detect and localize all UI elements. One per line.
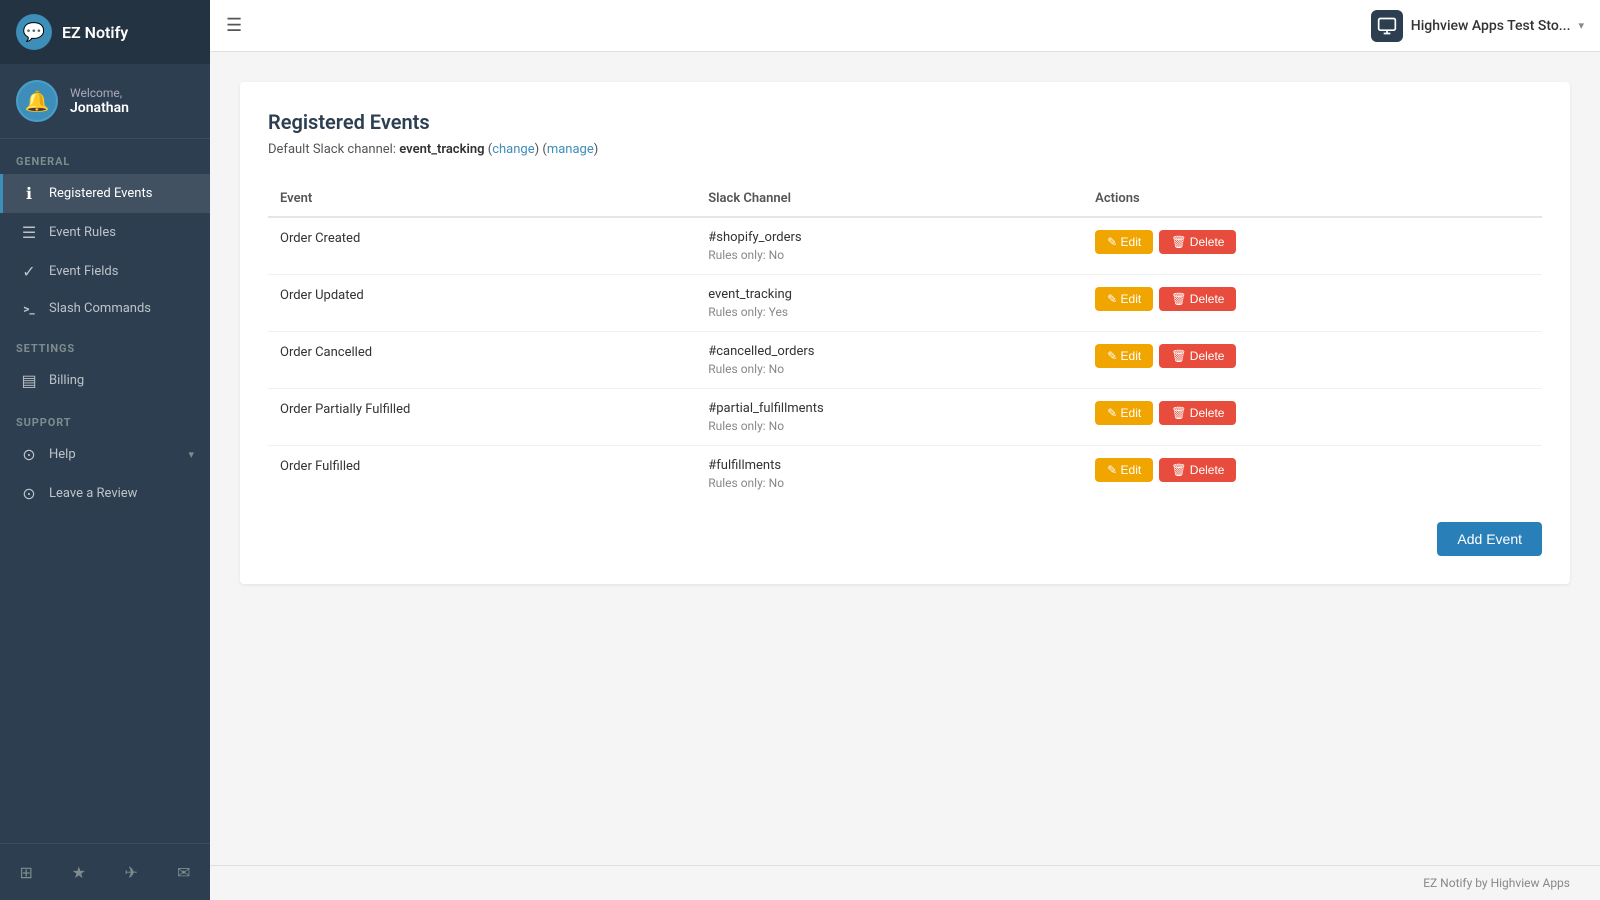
sidebar-item-slash-commands[interactable]: >_ Slash Commands [0,291,210,326]
app-logo-icon: 💬 [16,14,52,50]
welcome-text: Welcome, [70,86,129,100]
add-event-button[interactable]: Add Event [1437,522,1542,556]
sidebar-item-label: Billing [49,373,84,388]
content: Registered Events Default Slack channel:… [210,52,1600,865]
settings-section-label: SETTINGS [0,326,210,361]
rules-only: Rules only: No [708,476,1071,490]
rules-only: Rules only: No [708,362,1071,376]
change-link[interactable]: change [492,142,534,157]
sidebar-item-registered-events[interactable]: ℹ Registered Events [0,174,210,213]
billing-icon: ▤ [19,371,39,390]
user-name: Jonathan [70,100,129,116]
store-name[interactable]: Highview Apps Test Sto... [1411,18,1571,34]
sidebar-item-billing[interactable]: ▤ Billing [0,361,210,400]
add-event-row: Add Event [268,522,1542,556]
col-slack-channel: Slack Channel [696,181,1083,217]
channel-name: #shopify_orders [708,230,1071,245]
event-name: Order Cancelled [280,345,372,360]
sidebar-item-label: Slash Commands [49,301,151,316]
channel-name: #fulfillments [708,458,1071,473]
main-area: ☰ Highview Apps Test Sto... ▾ Registered… [210,0,1600,900]
review-icon: ⊙ [19,484,39,503]
footer-apps-icon[interactable]: ⊞ [8,854,44,890]
slash-icon: >_ [19,302,39,316]
edit-button[interactable]: ✎ Edit [1095,287,1153,311]
sidebar-item-label: Registered Events [49,186,152,201]
delete-button[interactable]: 🗑 Delete [1159,230,1236,254]
edit-button[interactable]: ✎ Edit [1095,230,1153,254]
event-name: Order Created [280,231,360,246]
col-actions: Actions [1083,181,1542,217]
sidebar-item-event-fields[interactable]: ✓ Event Fields [0,252,210,291]
footer-text: EZ Notify by Highview Apps [1423,876,1570,890]
table-row: Order Created #shopify_orders Rules only… [268,217,1542,275]
list-icon: ☰ [19,223,39,242]
sidebar-item-label: Event Fields [49,264,118,279]
edit-button[interactable]: ✎ Edit [1095,458,1153,482]
channel-name: event_tracking [708,287,1071,302]
rules-only: Rules only: No [708,248,1071,262]
delete-button[interactable]: 🗑 Delete [1159,344,1236,368]
sidebar-header: 💬 EZ Notify [0,0,210,64]
user-profile: 🔔 Welcome, Jonathan [0,64,210,139]
footer-star-icon[interactable]: ★ [61,854,97,890]
sidebar-item-help[interactable]: ⊙ Help ▾ [0,435,210,474]
sidebar-item-label: Leave a Review [49,486,137,501]
table-row: Order Fulfilled #fulfillments Rules only… [268,446,1542,503]
user-info: Welcome, Jonathan [70,86,129,116]
default-channel-name: event_tracking [399,142,484,157]
table-row: Order Cancelled #cancelled_orders Rules … [268,332,1542,389]
sidebar-footer: ⊞ ★ ✈ ✉ [0,843,210,900]
footer-rocket-icon[interactable]: ✈ [113,854,149,890]
store-chevron-icon: ▾ [1578,19,1584,32]
edit-button[interactable]: ✎ Edit [1095,344,1153,368]
sidebar-item-label: Event Rules [49,225,116,240]
events-table: Event Slack Channel Actions Order Create… [268,181,1542,502]
sidebar-item-leave-review[interactable]: ⊙ Leave a Review [0,474,210,513]
chevron-down-icon: ▾ [188,448,194,461]
delete-button[interactable]: 🗑 Delete [1159,287,1236,311]
channel-name: #partial_fulfillments [708,401,1071,416]
store-avatar [1371,10,1403,42]
edit-button[interactable]: ✎ Edit [1095,401,1153,425]
delete-button[interactable]: 🗑 Delete [1159,458,1236,482]
default-channel-info: Default Slack channel: event_tracking (c… [268,142,1542,157]
avatar: 🔔 [16,80,58,122]
topbar: ☰ Highview Apps Test Sto... ▾ [210,0,1600,52]
event-name: Order Partially Fulfilled [280,402,410,417]
general-section-label: GENERAL [0,139,210,174]
event-name: Order Fulfilled [280,459,360,474]
app-name: EZ Notify [62,23,128,42]
delete-button[interactable]: 🗑 Delete [1159,401,1236,425]
channel-name: #cancelled_orders [708,344,1071,359]
page-title: Registered Events [268,110,1542,134]
manage-link[interactable]: manage [547,142,594,157]
page-card: Registered Events Default Slack channel:… [240,82,1570,584]
col-event: Event [268,181,696,217]
event-name: Order Updated [280,288,364,303]
topbar-left: ☰ [226,15,242,36]
footer-mail-icon[interactable]: ✉ [166,854,202,890]
topbar-right: Highview Apps Test Sto... ▾ [1371,10,1584,42]
info-icon: ℹ [19,184,39,203]
rules-only: Rules only: No [708,419,1071,433]
table-row: Order Updated event_tracking Rules only:… [268,275,1542,332]
sidebar-item-event-rules[interactable]: ☰ Event Rules [0,213,210,252]
page-footer: EZ Notify by Highview Apps [210,865,1600,900]
check-icon: ✓ [19,262,39,281]
table-row: Order Partially Fulfilled #partial_fulfi… [268,389,1542,446]
support-section-label: SUPPORT [0,400,210,435]
hamburger-icon[interactable]: ☰ [226,15,242,36]
help-icon: ⊙ [19,445,39,464]
default-channel-label: Default Slack channel: [268,142,396,157]
rules-only: Rules only: Yes [708,305,1071,319]
sidebar-item-label: Help [49,447,76,462]
sidebar: 💬 EZ Notify 🔔 Welcome, Jonathan GENERAL … [0,0,210,900]
